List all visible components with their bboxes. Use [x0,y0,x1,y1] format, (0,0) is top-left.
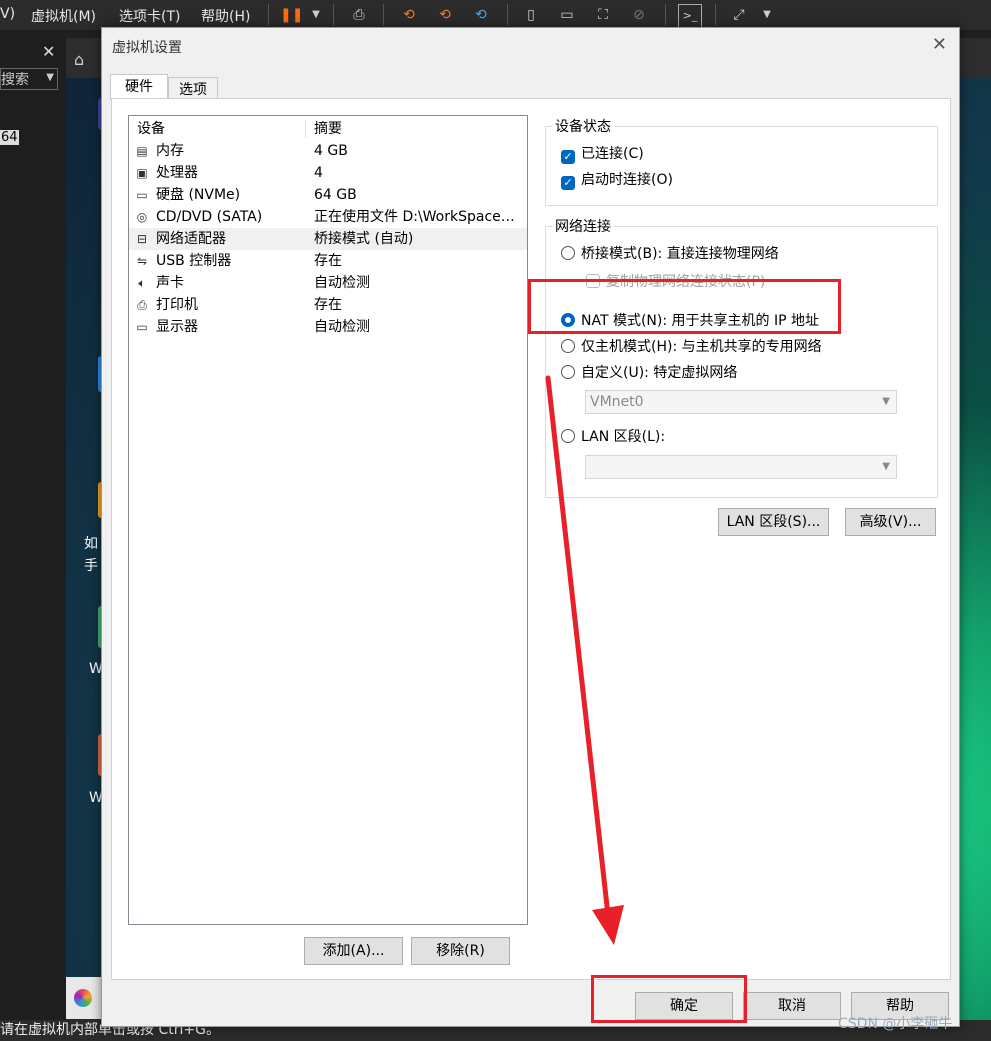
watermark: CSDN @小李砸牛 [838,1016,953,1032]
annotation-arrow-icon [545,375,624,945]
